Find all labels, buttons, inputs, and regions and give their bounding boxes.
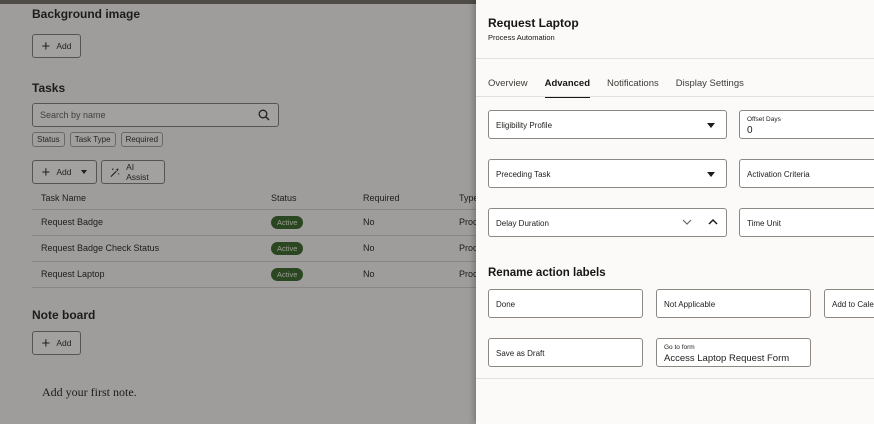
task-name-cell[interactable]: Request Laptop [32,261,262,288]
rename-action-labels-title: Rename action labels [488,267,606,279]
plus-icon: + [41,163,51,181]
task-details-drawer: Request Laptop Process Automation Overvi… [476,0,874,424]
table-row[interactable]: Request Badge Check Status Active No Pro… [32,235,476,262]
chevron-down-icon [81,170,88,174]
required-cell: No [354,235,450,262]
background-image-strip [0,0,476,4]
status-badge: Active [271,215,304,229]
search-icon[interactable] [258,109,270,121]
tab-advanced[interactable]: Advanced [544,78,590,98]
status-cell: Active [262,235,354,262]
task-name-cell[interactable]: Request Badge Check Status [32,235,262,262]
preceding-task-select[interactable]: Preceding Task [488,159,727,188]
column-header-task-name[interactable]: Task Name [32,187,262,210]
required-cell: No [354,209,450,236]
chevron-down-icon[interactable] [682,217,692,227]
status-cell: Active [262,261,354,288]
plus-icon: + [41,37,51,55]
note-board-title: Note board [32,308,96,322]
note-board-add-button[interactable]: + Add [32,331,81,355]
status-badge: Active [271,241,304,255]
drawer-title: Request Laptop [488,16,579,30]
tab-notifications[interactable]: Notifications [607,78,659,98]
note-board-empty-text: Add your first note. [42,385,137,399]
tab-overview[interactable]: Overview [488,78,528,98]
filter-chip-required[interactable]: Required [120,132,164,147]
ai-assist-button[interactable]: AI Assist [101,160,165,184]
time-unit-field[interactable]: Time Unit [739,208,874,237]
add-to-calendar-label-field[interactable]: Add to Calendar [824,289,874,318]
tabs-divider [476,96,874,97]
required-cell: No [354,261,450,288]
filter-chip-status[interactable]: Status [32,132,65,147]
task-search-input[interactable] [33,104,233,126]
magic-wand-icon [110,167,120,177]
status-badge: Active [271,267,304,281]
column-header-type[interactable]: Type [450,187,476,210]
chevron-down-icon[interactable] [707,172,715,177]
filter-chip-task-type[interactable]: Task Type [69,132,116,147]
type-cell: Proc [450,261,476,288]
background-image-title: Background image [32,7,141,21]
save-as-draft-label-field[interactable]: Save as Draft [488,338,643,367]
table-row[interactable]: Request Laptop Active No Proc [32,261,476,288]
column-header-required[interactable]: Required [354,187,450,210]
go-to-form-label-field[interactable]: Go to form Access Laptop Request Form [656,338,811,367]
column-header-status[interactable]: Status [262,187,354,210]
header-divider [476,58,874,59]
table-header-row: Task Name Status Required Type [32,187,476,210]
delay-duration-field[interactable]: Delay Duration [488,208,727,237]
tasks-title: Tasks [32,81,66,95]
plus-icon: + [41,334,51,352]
table-row[interactable]: Request Badge Active No Proc [32,209,476,236]
offset-days-field[interactable]: Offset Days 0 [739,110,874,139]
drawer-tabs: Overview Advanced Notifications Display … [488,78,744,98]
add-task-menu-button[interactable]: + Add [32,160,97,184]
type-cell: Proc [450,209,476,236]
tasks-table: Task Name Status Required Type Request B… [32,187,476,288]
status-cell: Active [262,209,354,236]
task-search-field[interactable] [32,103,279,127]
activation-criteria-field[interactable]: Activation Criteria [739,159,874,188]
tab-display-settings[interactable]: Display Settings [676,78,744,98]
type-cell: Proc [450,235,476,262]
eligibility-profile-select[interactable]: Eligibility Profile [488,110,727,139]
background-image-add-button[interactable]: + Add [32,34,81,58]
task-name-cell[interactable]: Request Badge [32,209,262,236]
chevron-down-icon[interactable] [707,123,715,128]
not-applicable-label-field[interactable]: Not Applicable [656,289,811,318]
chevron-up-icon[interactable] [708,217,718,227]
done-label-field[interactable]: Done [488,289,643,318]
task-filter-chips: Status Task Type Required [32,132,164,147]
task-page: Background image + Add Tasks Status Task… [0,0,476,424]
drawer-subtitle: Process Automation [488,33,555,42]
footer-divider [476,378,874,379]
